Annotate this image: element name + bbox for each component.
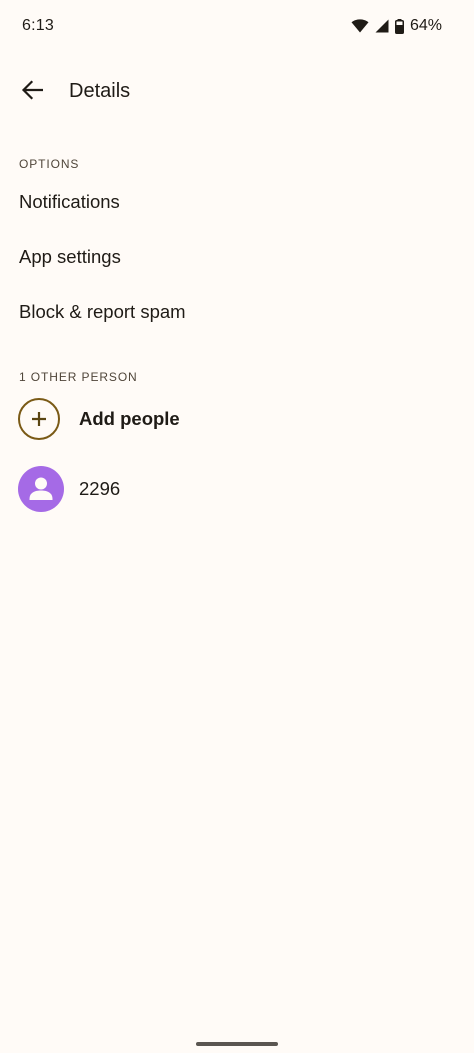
notifications-item[interactable]: Notifications — [0, 176, 474, 228]
back-button[interactable] — [10, 70, 54, 114]
people-section-header: 1 OTHER PERSON — [19, 370, 138, 384]
add-icon — [18, 398, 60, 440]
contact-row[interactable]: 2296 — [0, 459, 474, 519]
status-time: 6:13 — [22, 17, 54, 34]
battery-percent: 64% — [409, 17, 442, 34]
contact-avatar — [18, 466, 64, 512]
arrow-back-icon — [21, 79, 44, 105]
gesture-nav-handle[interactable] — [196, 1042, 278, 1046]
wifi-icon — [351, 19, 369, 33]
block-report-spam-item[interactable]: Block & report spam — [0, 286, 474, 338]
person-icon — [29, 477, 53, 500]
options-section-header: OPTIONS — [19, 157, 80, 171]
contact-name: 2296 — [79, 478, 121, 499]
details-screen: 6:13 64% Details OPTIONS Notifications A… — [0, 0, 474, 1053]
app-bar: Details — [0, 64, 474, 120]
signal-icon — [375, 19, 389, 33]
add-people-button[interactable]: Add people — [0, 389, 474, 449]
notifications-label: Notifications — [19, 191, 120, 212]
status-bar: 6:13 64% — [0, 0, 474, 54]
battery-icon — [394, 18, 404, 34]
block-report-spam-label: Block & report spam — [19, 301, 186, 322]
app-settings-item[interactable]: App settings — [0, 231, 474, 283]
status-icons: 64% — [351, 17, 442, 35]
page-title: Details — [69, 80, 131, 102]
app-settings-label: App settings — [19, 246, 121, 267]
add-people-label: Add people — [79, 408, 180, 429]
